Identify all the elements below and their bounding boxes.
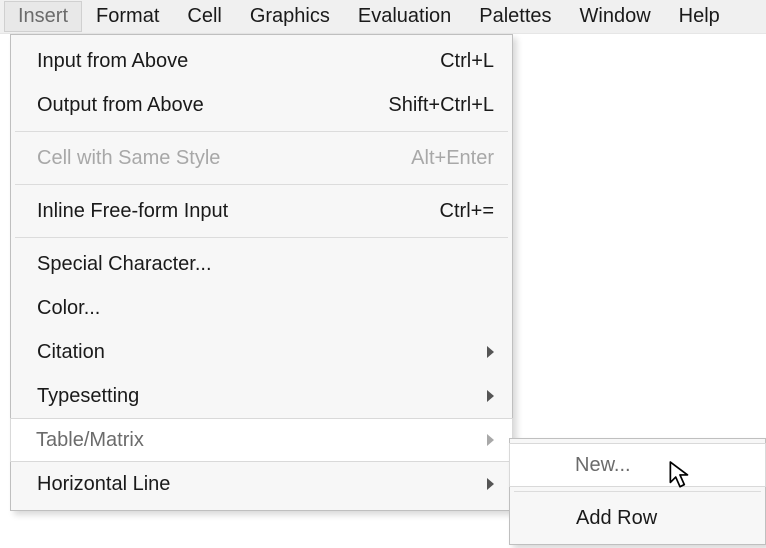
- menu-item-label: Citation: [37, 341, 105, 364]
- menu-item-input-from-above[interactable]: Input from Above Ctrl+L: [11, 39, 512, 83]
- menu-item-label: Horizontal Line: [37, 473, 170, 496]
- menu-item-color[interactable]: Color...: [11, 286, 512, 330]
- insert-dropdown: Input from Above Ctrl+L Output from Above S…: [10, 34, 513, 511]
- menubar: InsertFormatCellGraphicsEvaluationPalett…: [0, 0, 766, 34]
- menu-separator: [15, 184, 508, 185]
- menu-item-table-matrix[interactable]: Table/Matrix: [10, 418, 513, 462]
- menu-cell[interactable]: Cell: [173, 1, 235, 32]
- menu-item-output-from-above[interactable]: Output from Above Shift+Ctrl+L: [11, 83, 512, 127]
- menu-insert[interactable]: Insert: [4, 1, 82, 32]
- submenu-item-add-row[interactable]: Add Row: [510, 496, 765, 540]
- menu-window[interactable]: Window: [566, 1, 665, 32]
- menu-item-citation[interactable]: Citation: [11, 330, 512, 374]
- menu-item-typesetting[interactable]: Typesetting: [11, 374, 512, 418]
- menu-item-label: Cell with Same Style: [37, 147, 220, 170]
- submenu-item-new[interactable]: New...: [509, 443, 766, 487]
- menu-graphics[interactable]: Graphics: [236, 1, 344, 32]
- table-matrix-submenu: New... Add Row: [509, 438, 766, 545]
- menu-separator: [15, 237, 508, 238]
- menu-evaluation[interactable]: Evaluation: [344, 1, 465, 32]
- menu-item-label: Typesetting: [37, 385, 139, 408]
- menu-separator: [15, 131, 508, 132]
- menu-item-special-character[interactable]: Special Character...: [11, 242, 512, 286]
- chevron-right-icon: [487, 478, 494, 490]
- chevron-right-icon: [487, 346, 494, 358]
- menu-format[interactable]: Format: [82, 1, 173, 32]
- submenu-item-label: Add Row: [576, 507, 657, 530]
- menu-item-label: Color...: [37, 297, 100, 320]
- chevron-right-icon: [487, 434, 494, 446]
- menu-item-shortcut: Alt+Enter: [401, 147, 494, 170]
- menu-item-label: Output from Above: [37, 94, 204, 117]
- menu-item-shortcut: Ctrl+=: [430, 200, 494, 223]
- submenu-item-label: New...: [575, 454, 631, 477]
- menu-item-shortcut: Ctrl+L: [430, 50, 494, 73]
- menu-palettes[interactable]: Palettes: [465, 1, 565, 32]
- menu-item-label: Inline Free-form Input: [37, 200, 228, 223]
- menu-item-label: Special Character...: [37, 253, 212, 276]
- menu-item-label: Table/Matrix: [36, 429, 144, 452]
- menu-item-inline-free-form-input[interactable]: Inline Free-form Input Ctrl+=: [11, 189, 512, 233]
- chevron-right-icon: [487, 390, 494, 402]
- menu-item-cell-with-same-style: Cell with Same Style Alt+Enter: [11, 136, 512, 180]
- menu-help[interactable]: Help: [665, 1, 734, 32]
- menu-separator: [514, 491, 761, 492]
- menu-item-horizontal-line[interactable]: Horizontal Line: [11, 462, 512, 506]
- menu-item-label: Input from Above: [37, 50, 188, 73]
- menu-item-shortcut: Shift+Ctrl+L: [378, 94, 494, 117]
